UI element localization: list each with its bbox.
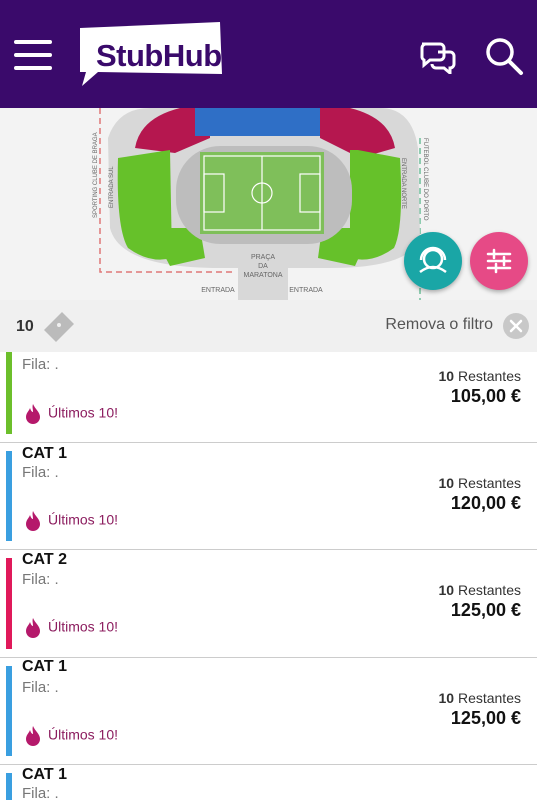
filter-bar: 10 Remova o filtro: [0, 300, 537, 353]
hot-text: Últimos 10!: [48, 726, 119, 743]
flame-icon: [26, 726, 40, 746]
hot-text: Últimos 10!: [48, 511, 119, 528]
praca-line-1: PRAÇA: [251, 254, 275, 261]
entrada-label-1: ENTRADA: [201, 287, 235, 294]
praca-line-2: DA: [258, 263, 268, 270]
entrada-label-2: ENTRADA: [289, 287, 323, 294]
sliders-icon: [486, 248, 512, 274]
remaining-number: 10: [438, 475, 455, 491]
remaining-count: 10 Restantes: [438, 582, 521, 598]
filter-button[interactable]: [470, 232, 528, 290]
chat-icon[interactable]: [418, 38, 458, 74]
category-color-bar: [6, 451, 12, 541]
category-label: CAT 1: [22, 658, 68, 675]
remaining-count: 10 Restantes: [438, 368, 521, 384]
row-label: Fila: .: [22, 571, 59, 588]
close-icon[interactable]: [503, 313, 529, 339]
category-color-bar: [6, 352, 12, 434]
remaining-number: 10: [438, 582, 455, 598]
row-label: Fila: .: [22, 356, 59, 373]
listing-item[interactable]: CAT 1 Fila: .: [0, 765, 537, 802]
remaining-text: Restantes: [457, 368, 521, 384]
braga-label: SPORTING CLUBE DE BRAGA: [93, 132, 99, 218]
price: 120,00 €: [450, 493, 521, 513]
category-color-bar: [6, 666, 12, 756]
remaining-count: 10 Restantes: [438, 690, 521, 706]
praca-line-3: MARATONA: [243, 272, 282, 279]
headset-icon: [419, 246, 447, 274]
hot-label: Últimos 10!: [26, 511, 118, 531]
app-header: StubHub: [0, 0, 537, 108]
remaining-count: 10 Restantes: [438, 475, 521, 491]
flame-icon: [26, 404, 40, 424]
flame-icon: [26, 618, 40, 638]
category-color-bar: [6, 558, 12, 649]
hot-text: Últimos 10!: [48, 404, 119, 421]
category-label: CAT 1: [22, 766, 68, 783]
price: 125,00 €: [450, 708, 521, 728]
ticket-icon[interactable]: [40, 312, 76, 342]
listing-item[interactable]: CAT 2 Fila: . Últimos 10! 10 Restantes 1…: [0, 550, 537, 658]
category-color-bar: [6, 773, 12, 800]
remove-filter-link[interactable]: Remova o filtro: [385, 316, 493, 334]
entrada-norte-label: ENTRADA NORTE: [400, 158, 406, 209]
remaining-number: 10: [438, 690, 455, 706]
row-label: Fila: .: [22, 464, 59, 481]
menu-icon[interactable]: [14, 40, 52, 70]
hot-label: Últimos 10!: [26, 618, 118, 638]
hot-label: Últimos 10!: [26, 404, 118, 424]
remaining-number: 10: [438, 368, 455, 384]
category-label: CAT 2: [22, 551, 68, 568]
porto-label: FUTEBOL CLUBE DO PORTO: [422, 138, 428, 221]
row-label: Fila: .: [22, 679, 59, 696]
category-label: CAT 1: [22, 445, 68, 462]
entrada-sul-label: ENTRADA SUL: [109, 166, 115, 208]
price: 105,00 €: [450, 386, 521, 406]
row-label: Fila: .: [22, 785, 59, 802]
ticket-quantity[interactable]: 10: [16, 318, 34, 336]
support-button[interactable]: [404, 232, 462, 290]
logo-text: StubHub: [96, 38, 222, 73]
listing-item[interactable]: Fila: . Últimos 10! 10 Restantes 105,00 …: [0, 352, 537, 443]
remaining-text: Restantes: [457, 582, 521, 598]
hot-text: Últimos 10!: [48, 618, 119, 635]
remaining-text: Restantes: [457, 475, 521, 491]
remaining-text: Restantes: [457, 690, 521, 706]
search-icon[interactable]: [484, 36, 524, 76]
price: 125,00 €: [450, 600, 521, 620]
flame-icon: [26, 511, 40, 531]
listing-item[interactable]: CAT 1 Fila: . Últimos 10! 10 Restantes 1…: [0, 443, 537, 550]
hot-label: Últimos 10!: [26, 726, 118, 746]
listing-item[interactable]: CAT 1 Fila: . Últimos 10! 10 Restantes 1…: [0, 658, 537, 765]
